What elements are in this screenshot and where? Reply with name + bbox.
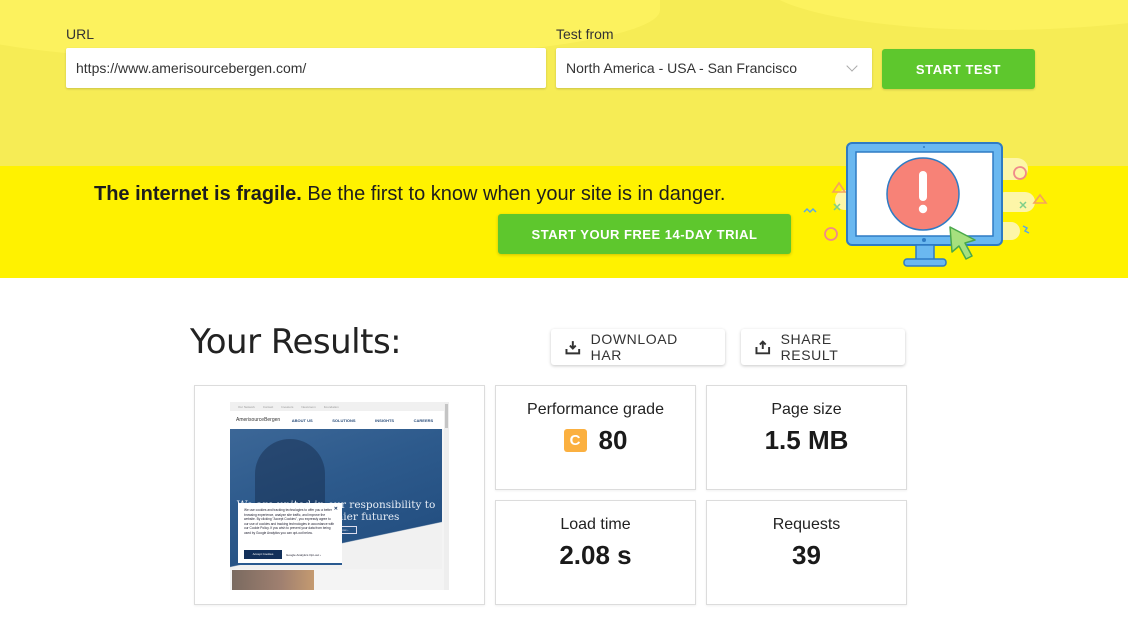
metric-label: Load time — [560, 516, 631, 533]
upload-icon — [755, 340, 771, 355]
thumb-nav-item: ABOUT US — [291, 417, 313, 423]
thumb-cookie-banner: ✕ We use cookies and tracking technologi… — [238, 503, 342, 565]
metric-value: 2.08 s — [559, 540, 632, 570]
url-label: URL — [66, 26, 95, 42]
thumb-nav-item: SOLUTIONS — [332, 417, 356, 423]
share-result-label: SHARE RESULT — [780, 331, 839, 363]
metric-label: Page size — [771, 401, 842, 418]
start-test-button[interactable]: START TEST — [882, 49, 1035, 89]
test-from-label: Test from — [556, 26, 614, 42]
performance-grade-card: Performance grade C 80 — [495, 385, 696, 490]
thumb-cookie-text: We use cookies and tracking technologies… — [244, 508, 335, 535]
metric-value: C 80 — [496, 425, 695, 456]
download-har-label: DOWNLOAD HAR — [590, 331, 678, 363]
close-icon: ✕ — [333, 506, 338, 512]
thumb-topnav: Our Network Contact Investors Newsroom F… — [230, 402, 449, 411]
zigzag-decoration — [803, 207, 817, 214]
monitor-alert-illustration — [803, 142, 1048, 267]
metric-value: 1.5 MB — [764, 425, 849, 455]
grade-badge: C — [563, 429, 587, 452]
thumb-topnav-item: Foundation — [323, 405, 339, 409]
download-har-button[interactable]: DOWNLOAD HAR — [551, 329, 725, 365]
thumb-header: AmerisourceBergen ABOUT US SOLUTIONS INS… — [230, 411, 449, 429]
metric-value: 39 — [792, 540, 821, 570]
thumb-nav: ABOUT US SOLUTIONS INSIGHTS CAREERS — [282, 418, 443, 423]
thumb-accept-cookies: Accept Cookies — [244, 550, 282, 559]
load-time-card: Load time 2.08 s — [495, 500, 696, 605]
circle-decoration — [824, 227, 838, 241]
thumb-nav-item: CAREERS — [413, 417, 434, 423]
promo-headline-rest: Be the first to know when your site is i… — [301, 183, 726, 205]
thumb-optout-link: Google Analytics Opt-out › — [286, 553, 322, 557]
triangle-decoration — [1032, 193, 1048, 204]
thumb-nav-item: INSIGHTS — [375, 417, 395, 423]
page-size-card: Page size 1.5 MB — [706, 385, 907, 490]
chevron-down-icon — [846, 60, 858, 72]
free-trial-button[interactable]: START YOUR FREE 14-DAY TRIAL — [498, 214, 791, 254]
download-icon — [565, 341, 581, 355]
thumb-topnav-item: Investors — [281, 405, 294, 409]
test-location-select[interactable]: North America - USA - San Francisco — [556, 48, 872, 88]
thumb-topnav-item: Contact — [262, 405, 274, 409]
thumb-topnav-item: Our Network — [238, 405, 255, 409]
page-screenshot-card: Our Network Contact Investors Newsroom F… — [194, 385, 485, 605]
zigzag-decoration — [1022, 225, 1030, 234]
share-result-button[interactable]: SHARE RESULT — [741, 329, 905, 365]
promo-headline-bold: The internet is fragile. — [94, 183, 302, 205]
promo-headline: The internet is fragile. Be the first to… — [94, 183, 725, 206]
thumb-photo — [232, 570, 314, 590]
background-wave — [760, 0, 1128, 30]
requests-card: Requests 39 — [706, 500, 907, 605]
performance-score: 80 — [598, 425, 628, 455]
selected-location: North America - USA - San Francisco — [566, 60, 798, 76]
page-screenshot-thumbnail: Our Network Contact Investors Newsroom F… — [230, 402, 449, 590]
thumb-scrollbar — [444, 402, 449, 590]
url-input[interactable] — [66, 48, 546, 88]
triangle-decoration — [831, 181, 847, 193]
thumb-logo: AmerisourceBergen — [236, 417, 281, 423]
thumb-topnav-item: Newsroom — [301, 405, 316, 409]
metric-label: Performance grade — [527, 401, 664, 418]
metric-label: Requests — [772, 516, 841, 533]
results-title: Your Results: — [190, 322, 402, 362]
